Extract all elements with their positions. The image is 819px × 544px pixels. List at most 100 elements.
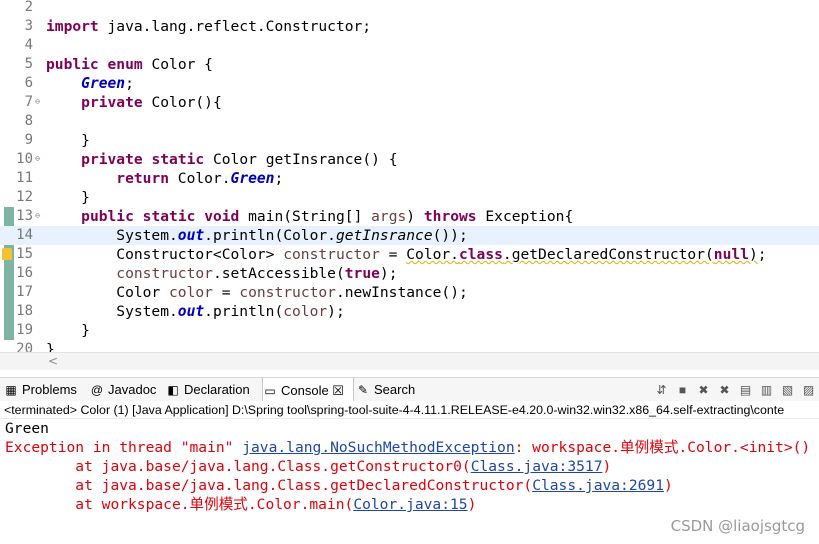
line-number: 20 — [16, 341, 33, 352]
code-token: ) — [748, 246, 758, 263]
code-text: System.out.println(Color.getInsrance()); — [46, 226, 468, 245]
code-line[interactable]: 20} — [0, 340, 819, 352]
code-line[interactable]: 10 ⊖ private static Color getInsrance() { — [0, 150, 819, 169]
pin-icon[interactable]: ⇵ — [653, 382, 670, 399]
code-line[interactable]: 17 Color color = constructor.newInstance… — [0, 283, 819, 302]
code-line[interactable]: 15 Constructor<Color> constructor = Colo… — [0, 245, 819, 264]
at-icon: @ — [90, 383, 104, 397]
code-token: Color. — [169, 170, 231, 187]
remove-launch-icon[interactable]: ✖ — [695, 382, 712, 399]
fold-collapse-icon[interactable]: ⊖ — [33, 211, 42, 220]
stop-icon[interactable]: ■ — [674, 382, 691, 399]
tab-search[interactable]: ✎ Search — [356, 378, 426, 402]
code-text: private Color(){ — [46, 93, 222, 112]
exception-link[interactable]: java.lang.NoSuchMethodException — [242, 439, 514, 456]
code-token: static — [142, 208, 196, 225]
warning-icon[interactable] — [2, 248, 12, 260]
stacktrace-text: at java.base/java.lang.Class.getConstruc… — [5, 458, 471, 475]
code-text: } — [46, 340, 55, 352]
code-token: ; — [125, 75, 134, 92]
fold-collapse-icon[interactable]: ⊖ — [33, 97, 42, 106]
code-line[interactable]: 4 — [0, 36, 819, 55]
code-token: Constructor<Color> — [46, 246, 284, 263]
code-token: } — [46, 322, 90, 339]
watermark: CSDN @liaojsgtcg — [670, 517, 805, 535]
stacktrace-text: at workspace.单例模式.Color.main( — [5, 496, 354, 513]
search-icon: ✎ — [357, 383, 369, 397]
code-line[interactable]: 3 import java.lang.reflect.Constructor; — [0, 17, 819, 36]
tab-label: Javadoc — [108, 382, 157, 397]
console-status-line: <terminated> Color (1) [Java Application… — [0, 401, 819, 419]
tab-problems[interactable]: ▦ Problems — [4, 378, 88, 402]
code-token: Color { — [142, 56, 213, 73]
tab-console[interactable]: ▭ Console ☒ — [262, 378, 354, 403]
stacktrace-link[interactable]: Class.java:3517 — [471, 458, 603, 475]
line-number: 12 — [16, 189, 33, 205]
code-token: constructor — [283, 246, 380, 263]
code-token: Exception{ — [476, 208, 574, 225]
stacktrace-text: ) — [663, 477, 673, 494]
code-line[interactable]: 7 ⊖ private Color(){ — [0, 93, 819, 112]
code-token: import — [46, 18, 99, 35]
code-line[interactable]: 5 public enum Color { — [0, 55, 819, 74]
code-token: java.lang.reflect.Constructor; — [98, 18, 372, 35]
scroll-left-icon[interactable]: < — [48, 353, 58, 370]
code-token: private — [81, 94, 143, 111]
code-token: .println( — [204, 303, 284, 320]
code-line[interactable]: 16 constructor.setAccessible(true); — [0, 264, 819, 283]
stacktrace-link[interactable]: Class.java:2691 — [532, 477, 664, 494]
display-console-icon[interactable]: ▨ — [800, 382, 817, 399]
line-number: 10 — [16, 151, 33, 167]
tab-declaration[interactable]: ◧ Declaration — [166, 378, 260, 402]
line-number: 17 — [16, 284, 33, 300]
code-line[interactable]: 8 — [0, 112, 819, 131]
code-token: void — [204, 208, 240, 225]
console-line-exception: Exception in thread "main" java.lang.NoS… — [5, 438, 810, 457]
line-number: 6 — [24, 75, 33, 91]
code-line[interactable]: 18 System.out.println(color); — [0, 302, 819, 321]
code-token: } — [46, 132, 90, 149]
code-text: private static Color getInsrance() { — [46, 150, 397, 169]
code-token: Color getInsrance() { — [204, 151, 398, 168]
code-line[interactable]: 12 } — [0, 188, 819, 207]
tab-javadoc[interactable]: @ Javadoc — [90, 378, 164, 402]
code-line[interactable]: 6 Green; — [0, 74, 819, 93]
code-text: Color color = constructor.newInstance(); — [46, 283, 467, 302]
code-token: ()); — [432, 227, 468, 244]
code-line[interactable]: 2 — [0, 0, 819, 17]
fold-collapse-icon[interactable]: ⊖ — [33, 154, 42, 163]
stacktrace-text: ) — [467, 496, 477, 513]
code-line[interactable]: 13 ⊖ public static void main(String[] arg… — [0, 207, 819, 226]
code-token: ; — [274, 170, 284, 187]
line-number: 7 — [24, 94, 33, 110]
code-text: Constructor<Color> constructor = Color.c… — [46, 245, 766, 264]
code-line[interactable]: 9 } — [0, 131, 819, 150]
code-text: import java.lang.reflect.Constructor; — [46, 17, 371, 36]
remove-all-icon[interactable]: ✖ — [716, 382, 733, 399]
code-token: = — [379, 246, 407, 263]
code-token: static — [151, 151, 205, 168]
scroll-lock-icon[interactable]: ▥ — [758, 382, 775, 399]
editor-horizontal-scrollbar[interactable]: < — [0, 352, 819, 370]
code-token: System. — [46, 227, 178, 244]
code-line[interactable]: 11 return Color.Green; — [0, 169, 819, 188]
code-token: Color(){ — [142, 94, 222, 111]
code-line[interactable]: 14 System.out.println(Color.getInsrance(… — [0, 226, 819, 245]
clear-console-icon[interactable]: ▤ — [737, 382, 754, 399]
code-editor[interactable]: 2 3 import java.lang.reflect.Constructor; 4… — [0, 0, 819, 352]
code-text: } — [46, 321, 90, 340]
code-token: return — [116, 170, 170, 187]
code-token: true — [344, 265, 380, 282]
word-wrap-icon[interactable]: ▧ — [779, 382, 796, 399]
code-text: Green; — [46, 74, 134, 93]
line-number: 2 — [24, 0, 33, 15]
code-line[interactable]: 19 } — [0, 321, 819, 340]
code-token: Green — [81, 75, 126, 92]
stacktrace-link[interactable]: Color.java:15 — [353, 496, 467, 513]
